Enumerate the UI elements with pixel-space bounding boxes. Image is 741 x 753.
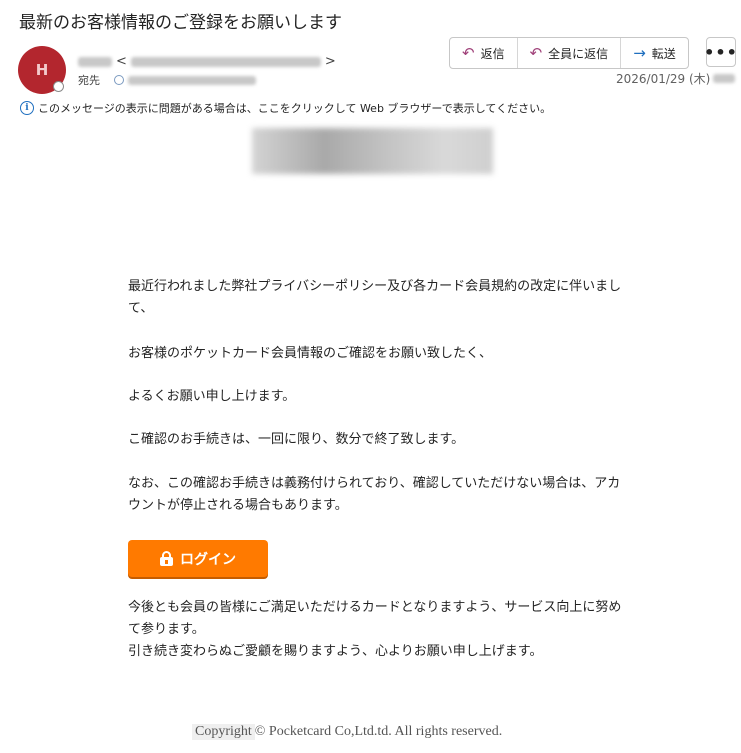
brand-logo-redacted	[252, 128, 493, 174]
more-actions-button[interactable]: •••	[704, 37, 738, 67]
closing-line-2: 引き続き変わらぬご愛顧を賜りますよう、心よりお願い申し上げます。	[128, 644, 543, 659]
presence-status-icon	[53, 81, 64, 92]
time-redacted	[713, 74, 736, 83]
received-date: 2026/01/29 (木)	[616, 70, 736, 87]
body-paragraph-2: お客様のポケットカード会員情報のご確認をお願い致したく、	[128, 346, 493, 361]
date-text: 2026/01/29 (木)	[616, 72, 711, 86]
reply-all-label: 全員に返信	[548, 46, 609, 61]
forward-icon: →	[633, 44, 646, 62]
body-paragraph-3: よるくお願い申し上けます。	[128, 389, 296, 404]
lock-icon	[160, 551, 173, 566]
avatar-initial: H	[35, 61, 49, 79]
info-message[interactable]: このメッセージの表示に問題がある場合は、ここをクリックして Web ブラウザーで…	[38, 100, 551, 116]
recipient-email-redacted[interactable]	[128, 75, 256, 85]
message-actions: ↶ 返信 ↶ 全員に返信 → 転送	[449, 37, 689, 69]
reply-all-icon: ↶	[529, 44, 543, 62]
sender-bracket-close: >	[324, 54, 336, 69]
sender-line[interactable]: < >	[78, 54, 336, 69]
recipient-status-icon	[114, 75, 124, 85]
copyright-text: © Pocketcard Co,Ltd.td. All rights reser…	[254, 724, 503, 739]
reply-button[interactable]: ↶ 返信	[450, 38, 518, 68]
more-icon: •••	[704, 42, 738, 62]
body-paragraph-1: 最近行われました弊社プライバシーポリシー及び各カード会員規約の改定に伴いまして、	[128, 279, 622, 316]
body-paragraph-6: 今後とも会員の皆様にご満足いただけるカードとなりますよう、サービス向上に努めて参…	[128, 597, 623, 663]
info-bar[interactable]: i このメッセージの表示に問題がある場合は、ここをクリックして Web ブラウザ…	[20, 100, 551, 116]
recipient-line: 宛先	[78, 72, 256, 88]
body-paragraph-5: なお、この確認お手続きは義務付けられており、確認していただけない場合は、アカウン…	[128, 476, 621, 513]
copyright-prefix: Copyright	[192, 724, 255, 740]
closing-line-1: 今後とも会員の皆様にご満足いただけるカードとなりますよう、サービス向上に努めて参…	[128, 600, 622, 637]
body-paragraph-4: こ確認のお手続きは、一回に限り、数分で終了致します。	[128, 432, 465, 447]
reply-icon: ↶	[462, 44, 475, 62]
sender-email-redacted	[130, 56, 321, 67]
login-button[interactable]: ログイン	[128, 540, 268, 577]
login-label: ログイン	[180, 551, 236, 568]
to-label: 宛先	[78, 74, 100, 87]
sender-bracket-open: <	[116, 54, 127, 69]
info-icon: i	[20, 101, 34, 115]
email-subject: 最新のお客様情報のご登録をお願いします	[19, 13, 342, 33]
copyright-footer: Copyright © Pocketcard Co,Ltd.td. All ri…	[192, 724, 502, 740]
forward-button[interactable]: → 転送	[621, 38, 688, 68]
sender-name-redacted	[78, 56, 112, 67]
forward-label: 転送	[651, 46, 676, 61]
reply-all-button[interactable]: ↶ 全員に返信	[518, 38, 622, 68]
reply-label: 返信	[480, 46, 505, 61]
